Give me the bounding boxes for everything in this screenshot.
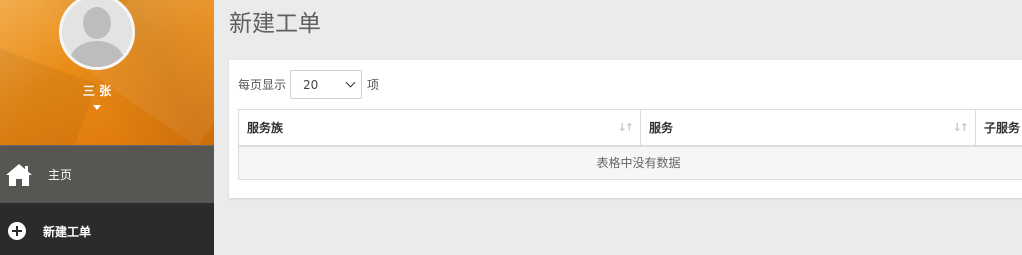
profile-panel: 三 张 (0, 0, 214, 145)
page-length-prefix: 每页显示 (238, 78, 287, 92)
table-header-row: 服务族 ↓↑ 服务 ↓↑ 子服务 (238, 109, 1022, 147)
table-row: 表格中没有数据 (238, 145, 1022, 180)
column-header-sub-service[interactable]: 子服务 (975, 109, 1022, 147)
page-length-control: 每页显示 20 项 (238, 70, 379, 99)
active-indicator-arrow (214, 203, 234, 255)
page-length-select[interactable]: 20 (290, 70, 363, 99)
column-header-service-family[interactable]: 服务族 ↓↑ (238, 109, 641, 147)
sort-icon: ↓↑ (952, 121, 970, 134)
user-menu-caret-icon[interactable] (93, 105, 101, 110)
home-icon (6, 163, 32, 186)
empty-table-message: 表格中没有数据 (238, 145, 1022, 180)
column-header-service[interactable]: 服务 ↓↑ (640, 109, 976, 147)
sidebar-item-label: 主页 (48, 168, 73, 182)
table-panel: 每页显示 20 项 服务族 ↓↑ 服务 ↓↑ 子服务 表格中没有数据 (229, 60, 1022, 198)
page-length-suffix: 项 (367, 78, 380, 92)
username[interactable]: 三 张 (0, 82, 194, 99)
services-table: 服务族 ↓↑ 服务 ↓↑ 子服务 表格中没有数据 (238, 109, 1022, 180)
sidebar-item-label: 新建工单 (43, 224, 92, 239)
sidebar: 三 张 主页 新建工单 (0, 0, 234, 255)
plus-circle-icon (8, 222, 26, 240)
column-header-label: 服务 (649, 120, 674, 135)
column-header-label: 服务族 (247, 120, 284, 135)
page-length-value: 20 (303, 77, 319, 92)
chevron-down-icon (345, 77, 356, 88)
avatar-head-shape (83, 7, 111, 39)
page-title: 新建工单 (229, 11, 321, 37)
avatar-shoulders-shape (70, 41, 124, 67)
avatar[interactable] (59, 0, 135, 70)
sort-icon: ↓↑ (617, 121, 635, 134)
sidebar-item-home[interactable]: 主页 (0, 145, 214, 203)
sidebar-item-new-ticket[interactable]: 新建工单 (0, 203, 234, 255)
column-header-label: 子服务 (984, 120, 1021, 135)
